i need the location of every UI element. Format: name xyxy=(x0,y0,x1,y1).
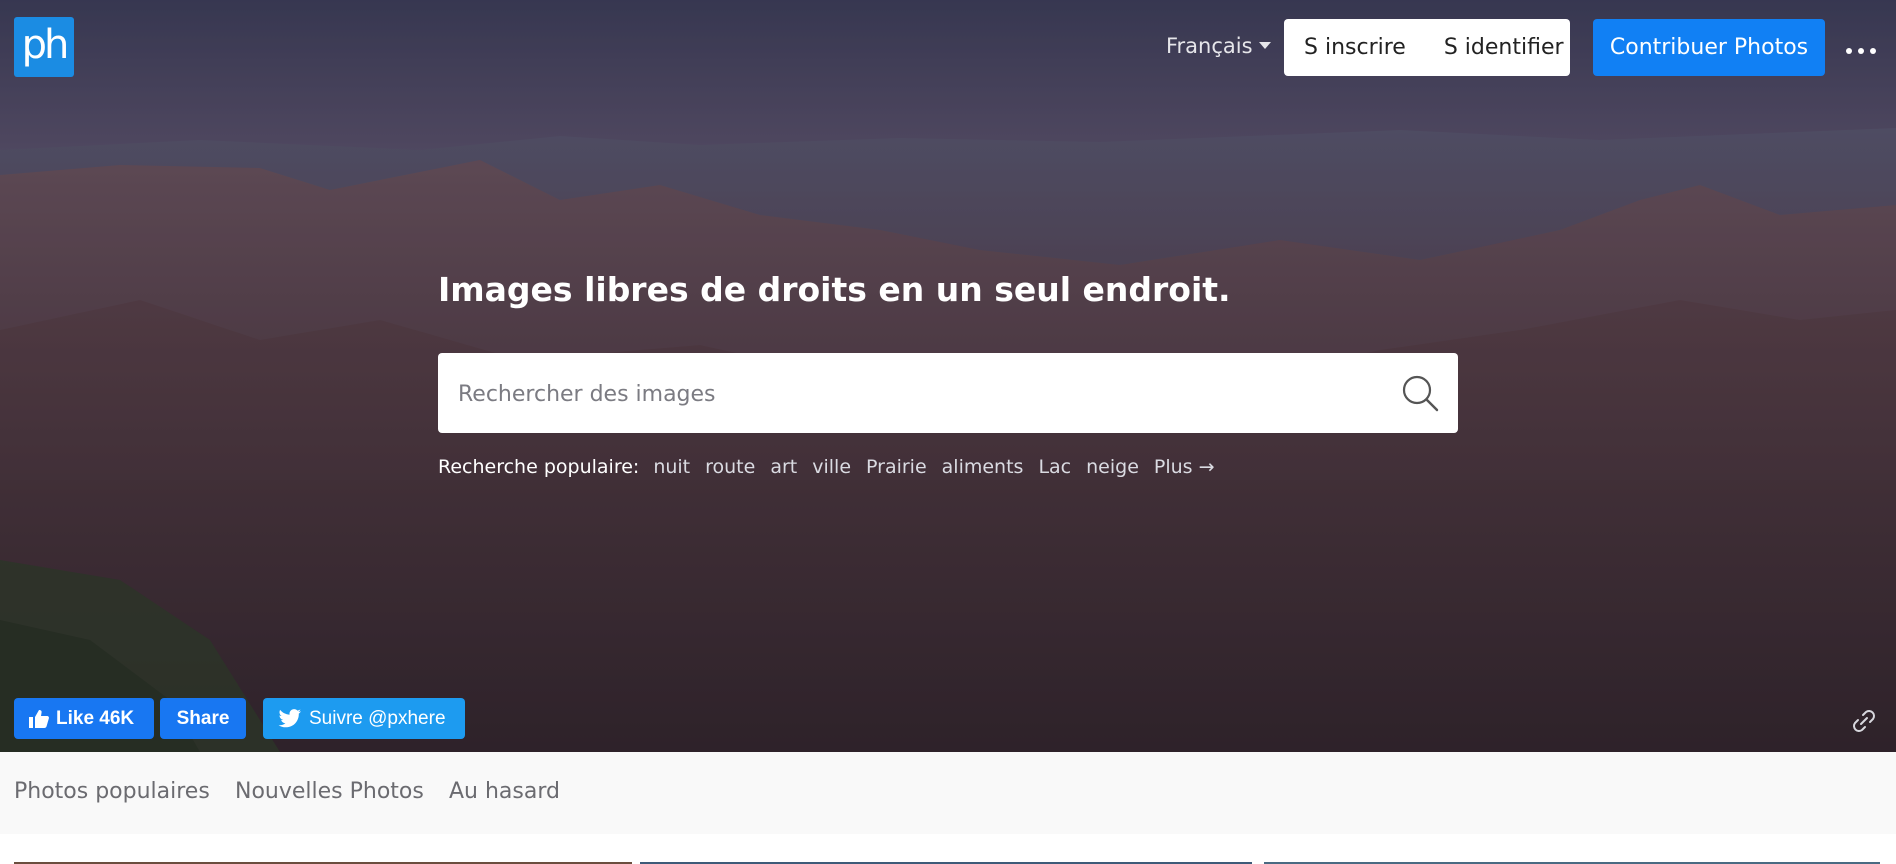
popular-tag[interactable]: Lac xyxy=(1038,456,1071,478)
signin-button[interactable]: S identifier xyxy=(1444,35,1564,60)
tab-random[interactable]: Au hasard xyxy=(449,779,560,804)
tab-popular-photos[interactable]: Photos populaires xyxy=(14,779,210,804)
popular-tag[interactable]: neige xyxy=(1086,456,1139,478)
popular-tag[interactable]: aliments xyxy=(942,456,1024,478)
popular-tag[interactable]: art xyxy=(770,456,797,478)
contribute-photos-button[interactable]: Contribuer Photos xyxy=(1593,19,1825,76)
popular-more-link[interactable]: Plus → xyxy=(1154,456,1215,478)
twitter-bird-icon xyxy=(278,709,301,728)
signup-button[interactable]: S inscrire xyxy=(1304,35,1406,60)
caret-down-icon xyxy=(1258,42,1271,49)
facebook-like-button[interactable]: Like 46K xyxy=(14,698,154,739)
photo-tabs: Photos populaires Nouvelles Photos Au ha… xyxy=(0,752,1896,834)
link-icon[interactable] xyxy=(1848,705,1880,737)
auth-buttons: S inscrire S identifier xyxy=(1284,19,1570,76)
popular-tag[interactable]: Prairie xyxy=(866,456,927,478)
site-logo[interactable]: ph xyxy=(14,17,74,77)
twitter-follow-label: Suivre @pxhere xyxy=(309,708,446,729)
facebook-share-button[interactable]: Share xyxy=(160,698,246,739)
facebook-like-label: Like 46K xyxy=(56,708,135,729)
twitter-follow-button[interactable]: Suivre @pxhere xyxy=(263,698,465,739)
hero-banner: ph Français S inscrire S identifier Cont… xyxy=(0,0,1896,752)
tab-new-photos[interactable]: Nouvelles Photos xyxy=(235,779,424,804)
language-label: Français xyxy=(1166,34,1253,58)
hero-headline: Images libres de droits en un seul endro… xyxy=(438,270,1231,309)
popular-tag[interactable]: route xyxy=(705,456,755,478)
search-icon[interactable] xyxy=(1400,373,1440,413)
search-box xyxy=(438,353,1458,435)
language-dropdown[interactable]: Français xyxy=(1166,34,1271,58)
more-dots-icon[interactable] xyxy=(1846,39,1886,59)
popular-tag[interactable]: nuit xyxy=(653,456,690,478)
popular-tag[interactable]: ville xyxy=(812,456,851,478)
thumbs-up-icon xyxy=(29,710,49,728)
popular-searches-label: Recherche populaire: xyxy=(438,456,640,478)
search-input[interactable] xyxy=(456,353,1390,435)
popular-searches: Recherche populaire: nuit route art vill… xyxy=(438,456,1230,478)
